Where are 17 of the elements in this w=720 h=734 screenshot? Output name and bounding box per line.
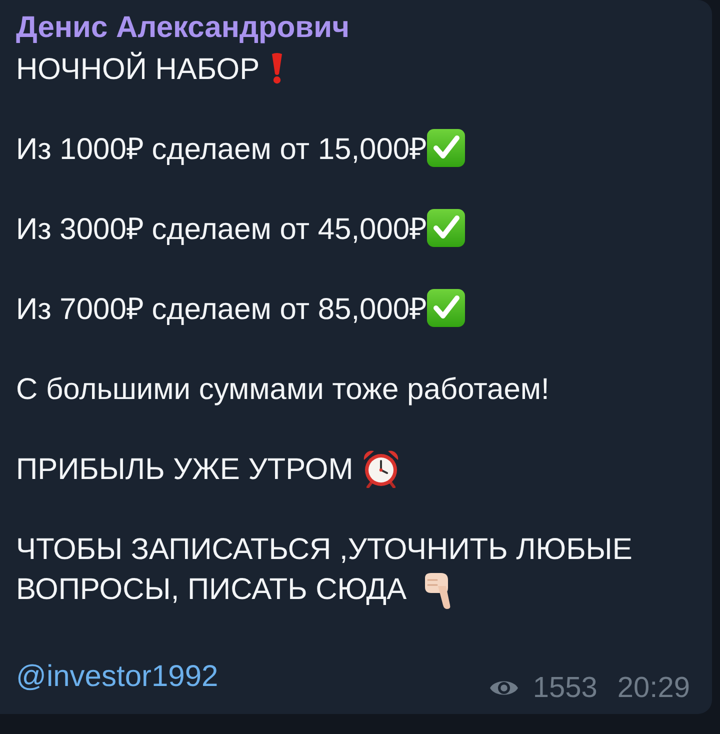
username-link[interactable]: @investor1992 [16,657,218,697]
message-time: 20:29 [617,673,690,703]
message-text: ПРИБЫЛЬ УЖЕ УТРОМ [16,452,354,488]
view-count: 1553 [532,673,598,703]
pointing-hand-icon [422,572,453,610]
check-mark-icon [426,289,465,327]
sender-name: Денис Александрович [16,12,350,44]
message-text: Из 3000₽ сделаем от 45,000₽ [16,212,427,248]
message-text: Из 1000₽ сделаем от 15,000₽ [16,132,427,168]
exclamation-icon [270,52,284,84]
message-text: НОЧНОЙ НАБОР [16,50,260,88]
message-text: С большими суммами тоже работаем! [16,372,550,408]
check-mark-icon [426,129,465,167]
check-mark-icon [426,209,465,247]
message-text: ЧТОБЫ ЗАПИСАТЬСЯ ,УТОЧНИТЬ ЛЮБЫЕ [16,532,632,568]
message-text: ВОПРОСЫ, ПИСАТЬ СЮДА [16,572,407,608]
message-text: Из 7000₽ сделаем от 85,000₽ [16,292,427,328]
